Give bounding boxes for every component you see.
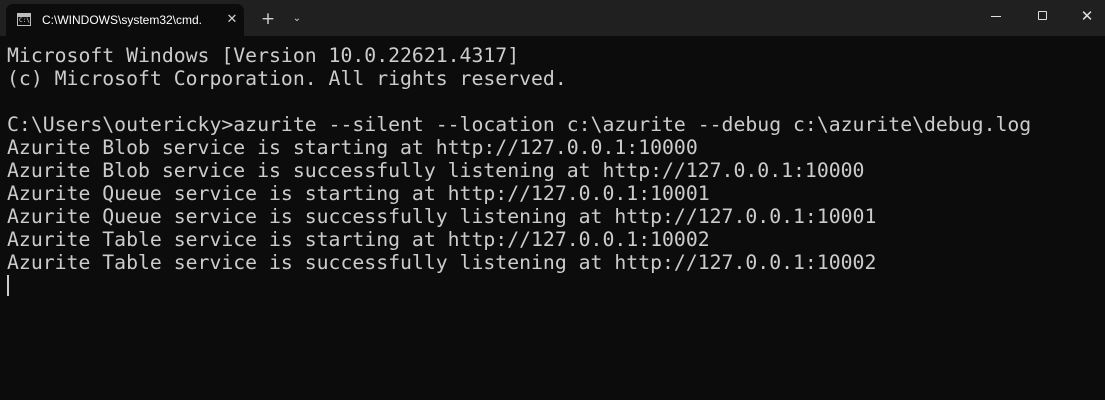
console-line: C:\Users\outericky>azurite --silent --lo…: [7, 113, 1032, 136]
new-tab-icon[interactable]: +: [258, 9, 278, 29]
console-line: Azurite Queue service is successfully li…: [7, 205, 877, 228]
console-line: Azurite Blob service is successfully lis…: [7, 159, 865, 182]
console-line: Azurite Blob service is starting at http…: [7, 136, 698, 159]
close-button[interactable]: ✕: [1065, 0, 1105, 32]
console-line: (c) Microsoft Corporation. All rights re…: [7, 67, 567, 90]
text-cursor: [7, 275, 9, 296]
console-line: Azurite Queue service is starting at htt…: [7, 182, 710, 205]
console-output[interactable]: Microsoft Windows [Version 10.0.22621.43…: [7, 44, 1097, 394]
tab-close-icon[interactable]: ✕: [224, 12, 240, 28]
tab-title: C:\WINDOWS\system32\cmd.: [42, 13, 203, 27]
console-line: Azurite Table service is starting at htt…: [7, 228, 710, 251]
maximize-button[interactable]: [1019, 0, 1065, 32]
cmd-icon-glyph: C:\: [19, 17, 30, 24]
chevron-down-icon[interactable]: ⌄: [288, 9, 306, 29]
minimize-icon: [991, 16, 1001, 17]
close-icon: ✕: [1080, 7, 1094, 25]
minimize-button[interactable]: [973, 0, 1019, 32]
tab-cmd[interactable]: C:\ C:\WINDOWS\system32\cmd. ✕: [6, 4, 244, 36]
title-bar[interactable]: C:\ C:\WINDOWS\system32\cmd. ✕ + ⌄ ✕: [0, 0, 1105, 36]
maximize-icon: [1038, 11, 1047, 20]
console-line: Azurite Table service is successfully li…: [7, 251, 877, 274]
console-line: Microsoft Windows [Version 10.0.22621.43…: [7, 44, 520, 67]
cmd-icon: C:\: [17, 13, 31, 26]
terminal-window: C:\ C:\WINDOWS\system32\cmd. ✕ + ⌄ ✕ Mic…: [0, 0, 1105, 400]
